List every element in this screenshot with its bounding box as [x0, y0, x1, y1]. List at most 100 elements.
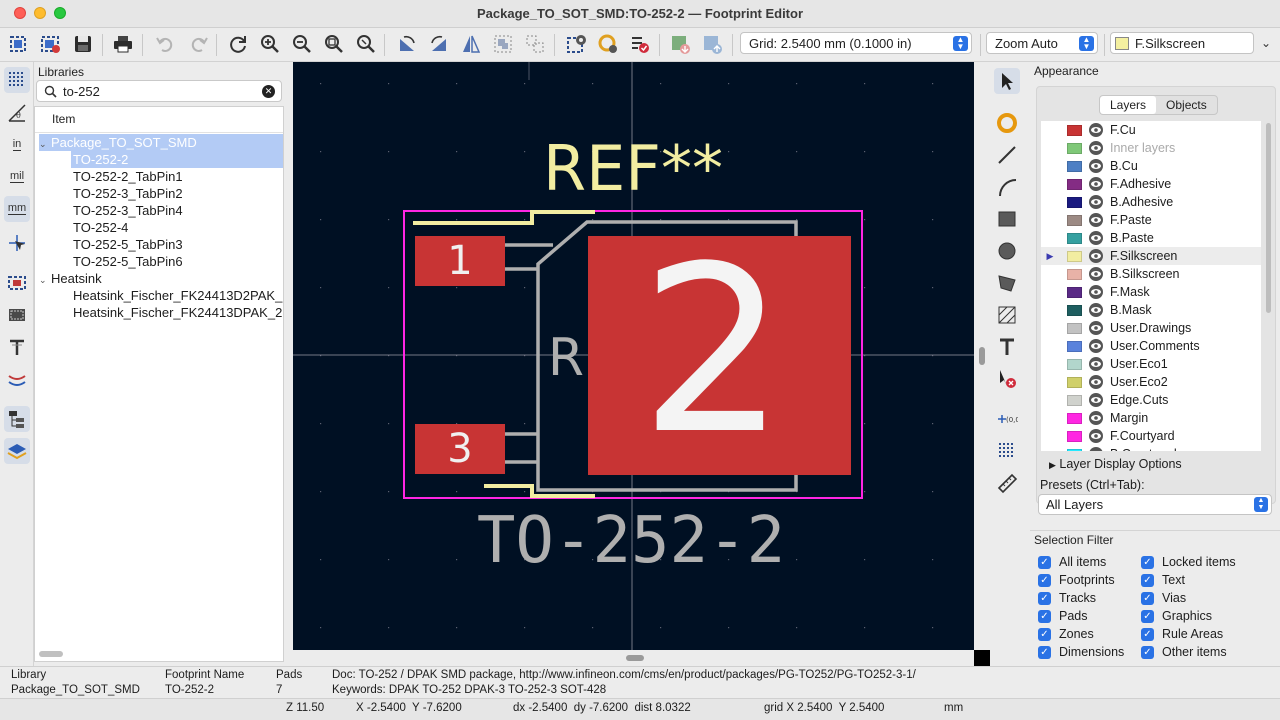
rotate-ccw-icon[interactable] [394, 31, 420, 57]
eye-icon[interactable] [1088, 428, 1104, 444]
layer-color-swatch[interactable] [1067, 376, 1082, 388]
high-contrast-icon[interactable] [4, 366, 30, 392]
new-library-icon[interactable] [38, 31, 64, 57]
layer-row[interactable]: F.Cu [1041, 121, 1261, 139]
draw-circle-icon[interactable] [994, 238, 1020, 264]
grid-visibility-icon[interactable] [4, 67, 30, 93]
polar-coordinates-icon[interactable]: θ [4, 100, 30, 126]
layer-color-swatch[interactable] [1067, 340, 1082, 352]
layer-color-swatch[interactable] [1067, 268, 1082, 280]
pad-settings-icon[interactable] [595, 31, 621, 57]
layer-color-swatch[interactable] [1067, 250, 1082, 262]
minimize-window-button[interactable] [34, 7, 46, 19]
text-outline-icon[interactable] [4, 334, 30, 360]
tree-footprint-item[interactable]: TO-252-2 [71, 151, 283, 168]
group-icon[interactable] [490, 31, 516, 57]
layer-color-swatch[interactable] [1067, 448, 1082, 451]
layer-row[interactable]: B.Courtyard [1041, 445, 1261, 451]
filter-checkbox[interactable]: ✓ Dimensions [1038, 644, 1124, 660]
tree-column-header[interactable]: Item [35, 107, 283, 133]
library-tree[interactable]: Item ⌄ Package_TO_SOT_SMD TO-252-2 TO-252-2… [34, 106, 284, 662]
checkmark-icon[interactable]: ✓ [1038, 627, 1051, 641]
active-layer-select[interactable]: F.Silkscreen [1110, 32, 1254, 54]
eye-icon[interactable] [1088, 230, 1104, 246]
layer-row[interactable]: User.Eco1 [1041, 355, 1261, 373]
zoom-in-icon[interactable] [257, 31, 283, 57]
layer-color-swatch[interactable] [1067, 178, 1082, 190]
layer-color-swatch[interactable] [1067, 124, 1082, 136]
layer-color-swatch[interactable] [1067, 304, 1082, 316]
checkmark-icon[interactable]: ✓ [1038, 573, 1051, 587]
eye-icon[interactable] [1088, 284, 1104, 300]
chevron-down-icon[interactable]: ⌄ [1256, 32, 1276, 54]
close-window-button[interactable] [14, 7, 26, 19]
drc-icon[interactable] [627, 31, 653, 57]
filter-checkbox[interactable]: ✓ Locked items [1141, 554, 1236, 570]
layer-row[interactable]: User.Drawings [1041, 319, 1261, 337]
tree-footprint-item[interactable]: TO-252-2_TabPin1 [71, 168, 183, 185]
footprint-canvas[interactable]: 1 3 2 R REF** TO-252-2 [293, 62, 974, 650]
eye-icon[interactable] [1088, 122, 1104, 138]
appearance-panel-icon[interactable] [4, 438, 30, 464]
tree-footprint-item[interactable]: Heatsink_Fischer_FK24413D2PAK_ [71, 287, 282, 304]
eye-icon[interactable] [1088, 410, 1104, 426]
graphic-outline-icon[interactable] [4, 302, 30, 328]
footprint-properties-icon[interactable] [563, 31, 589, 57]
layer-row[interactable]: B.Mask [1041, 301, 1261, 319]
eye-icon[interactable] [1088, 320, 1104, 336]
checkmark-icon[interactable]: ✓ [1141, 627, 1154, 641]
insert-into-board-icon[interactable] [700, 31, 726, 57]
layer-color-swatch[interactable] [1067, 232, 1082, 244]
tree-footprint-item[interactable]: TO-252-4 [71, 219, 128, 236]
horizontal-scrollbar[interactable] [39, 651, 63, 657]
grid-origin-icon[interactable] [994, 438, 1020, 464]
zoom-select[interactable]: Zoom Auto ▲ ▼ [986, 32, 1098, 54]
checkmark-icon[interactable]: ✓ [1038, 645, 1051, 659]
layer-row[interactable]: B.Cu [1041, 157, 1261, 175]
layer-color-swatch[interactable] [1067, 430, 1082, 442]
refresh-icon[interactable] [225, 31, 251, 57]
tree-footprint-item[interactable]: TO-252-5_TabPin3 [71, 236, 183, 253]
eye-icon[interactable] [1088, 338, 1104, 354]
pad-outline-icon[interactable] [4, 270, 30, 296]
filter-checkbox[interactable]: ✓ Vias [1141, 590, 1186, 606]
layer-color-swatch[interactable] [1067, 142, 1082, 154]
filter-checkbox[interactable]: ✓ Zones [1038, 626, 1094, 642]
layer-color-swatch[interactable] [1067, 214, 1082, 226]
tree-footprint-item[interactable]: TO-252-3_TabPin4 [71, 202, 183, 219]
horizontal-canvas-scrollbar[interactable] [293, 650, 974, 666]
presets-select[interactable]: All Layers ▲ ▼ [1038, 494, 1272, 515]
select-arrow-icon[interactable] [994, 68, 1020, 94]
tab-layers[interactable]: Layers [1100, 96, 1157, 114]
eye-icon[interactable] [1088, 446, 1104, 451]
layer-display-options[interactable]: ▶ Layer Display Options [1049, 457, 1182, 471]
filter-checkbox[interactable]: ✓ Footprints [1038, 572, 1115, 588]
undo-icon[interactable] [152, 31, 178, 57]
layer-color-swatch[interactable] [1067, 322, 1082, 334]
tree-library-node[interactable]: ⌄ Package_TO_SOT_SMD [39, 134, 283, 151]
checkmark-icon[interactable]: ✓ [1141, 555, 1154, 569]
new-footprint-icon[interactable] [6, 31, 32, 57]
layer-row[interactable]: B.Adhesive [1041, 193, 1261, 211]
layer-color-swatch[interactable] [1067, 196, 1082, 208]
layer-color-swatch[interactable] [1067, 394, 1082, 406]
filter-checkbox[interactable]: ✓ Pads [1038, 608, 1088, 624]
eye-icon[interactable] [1088, 212, 1104, 228]
checkmark-icon[interactable]: ✓ [1038, 609, 1051, 623]
tree-footprint-item[interactable]: TO-252-5_TabPin6 [71, 253, 183, 270]
layer-row[interactable]: F.Mask [1041, 283, 1261, 301]
filter-checkbox[interactable]: ✓ All items [1038, 554, 1106, 570]
add-zone-icon[interactable] [994, 302, 1020, 328]
layer-row[interactable]: F.Adhesive [1041, 175, 1261, 193]
layer-row[interactable]: User.Eco2 [1041, 373, 1261, 391]
value-text[interactable]: TO-252-2 [477, 504, 785, 578]
footprint-tree-icon[interactable] [4, 406, 30, 432]
units-mil-button[interactable]: mil [4, 164, 30, 190]
cursor-crosshair-icon[interactable] [4, 230, 30, 256]
clear-search-icon[interactable]: ✕ [262, 85, 275, 98]
ungroup-icon[interactable] [522, 31, 548, 57]
layer-row[interactable]: F.Paste [1041, 211, 1261, 229]
draw-rectangle-icon[interactable] [994, 206, 1020, 232]
eye-icon[interactable] [1088, 302, 1104, 318]
set-anchor-icon[interactable]: (0,0) [994, 406, 1020, 432]
